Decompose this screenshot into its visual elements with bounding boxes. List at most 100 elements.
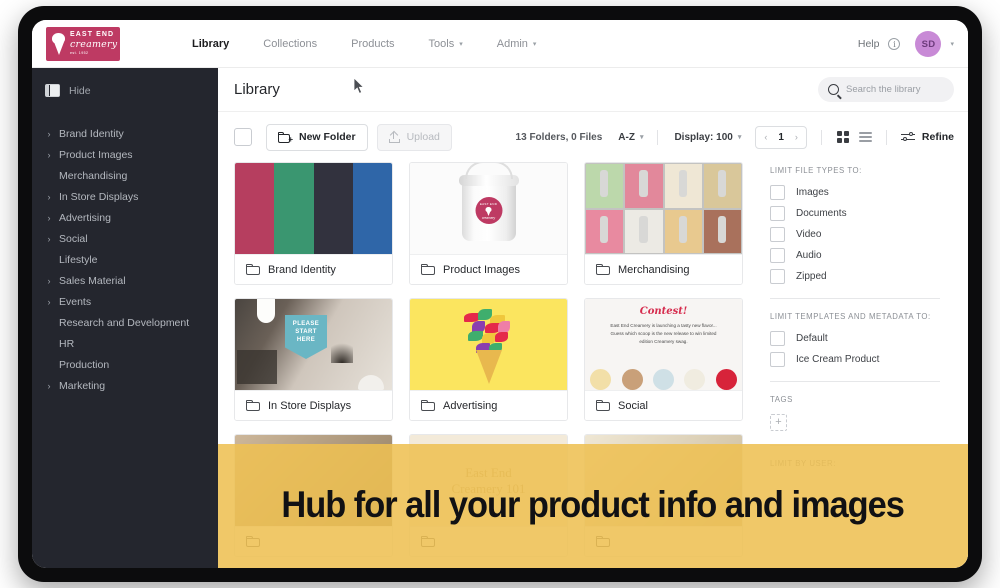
filter-label: Ice Cream Product <box>796 354 880 365</box>
sidebar-item-marketing[interactable]: › Marketing <box>32 375 218 396</box>
panel-collapse-icon <box>45 84 60 97</box>
chevron-down-icon: ▾ <box>459 40 463 48</box>
avatar[interactable]: SD <box>915 31 942 57</box>
sidebar-item-lifestyle[interactable]: Lifestyle <box>32 249 218 270</box>
display-count-dropdown[interactable]: Display: 100 ▾ <box>674 132 741 143</box>
filter-row-audio[interactable]: Audio <box>770 248 940 263</box>
chevron-right-icon[interactable]: › <box>45 129 53 139</box>
chevron-right-icon[interactable]: › <box>45 234 53 244</box>
filter-row-images[interactable]: Images <box>770 185 940 200</box>
sidebar-item-social[interactable]: › Social <box>32 228 218 249</box>
sidebar-item-research-and-development[interactable]: Research and Development <box>32 312 218 333</box>
device-frame: EAST END creamery est. 1952 Library Coll… <box>18 6 982 582</box>
please-start-here-banner: PLEASE START HERE <box>285 315 327 359</box>
filter-label: Images <box>796 187 829 198</box>
list-view-icon[interactable] <box>858 132 872 142</box>
page-title: Library <box>234 81 280 98</box>
banner-line3: HERE <box>296 337 316 343</box>
add-tag-button[interactable]: + <box>770 414 787 431</box>
sidebar-hide-toggle[interactable]: Hide <box>32 78 218 103</box>
filter-row-documents[interactable]: Documents <box>770 206 940 221</box>
filter-row-zipped[interactable]: Zipped <box>770 269 940 284</box>
folder-card-product-images[interactable]: EAST END creamery Product Images <box>409 162 568 285</box>
store-interior-image: PLEASE START HERE <box>235 299 392 390</box>
content-header: Library <box>218 68 968 112</box>
help-label[interactable]: Help <box>858 38 880 50</box>
card-footer: Product Images <box>410 254 567 284</box>
chevron-right-icon[interactable]: › <box>45 213 53 223</box>
grid-and-filters: Brand Identity EAST END creamery Product… <box>218 162 968 557</box>
nav-item-products[interactable]: Products <box>351 38 394 50</box>
new-folder-button[interactable]: + New Folder <box>266 123 368 151</box>
chevron-right-icon[interactable]: › <box>45 381 53 391</box>
ice-cream-cone-icon <box>51 32 66 56</box>
top-bar-right: Help i SD ▾ <box>858 20 954 68</box>
sidebar-item-hr[interactable]: HR <box>32 333 218 354</box>
checkbox-images[interactable] <box>770 185 785 200</box>
sidebar-item-in-store-displays[interactable]: › In Store Displays <box>32 186 218 207</box>
grid-view-icon[interactable] <box>836 131 849 143</box>
filter-row-default[interactable]: Default <box>770 331 940 346</box>
banner-line2: START <box>295 329 317 335</box>
main-navigation: Library Collections Products Tools ▾ Adm… <box>192 38 536 50</box>
folder-card-merchandising[interactable]: Merchandising <box>584 162 743 285</box>
sidebar-item-brand-identity[interactable]: › Brand Identity <box>32 123 218 144</box>
folder-icon <box>596 536 610 547</box>
folder-card-row3-1[interactable] <box>234 434 393 557</box>
nav-item-collections[interactable]: Collections <box>263 38 317 50</box>
chevron-right-icon[interactable]: › <box>45 297 53 307</box>
card-footer <box>410 526 567 556</box>
checkbox-video[interactable] <box>770 227 785 242</box>
filter-label: Video <box>796 229 822 240</box>
checkbox-default[interactable] <box>770 331 785 346</box>
chevron-right-icon[interactable]: › <box>45 276 53 286</box>
checkbox-audio[interactable] <box>770 248 785 263</box>
folder-card-advertising[interactable]: Advertising <box>409 298 568 421</box>
new-folder-label: New Folder <box>299 131 356 143</box>
contest-body: East End Creamery is launching a tasty n… <box>610 323 717 345</box>
sidebar-item-product-images[interactable]: › Product Images <box>32 144 218 165</box>
search-input[interactable] <box>846 84 946 95</box>
sidebar-item-advertising[interactable]: › Advertising <box>32 207 218 228</box>
search-box[interactable] <box>818 77 954 102</box>
nav-item-tools[interactable]: Tools ▾ <box>429 38 463 50</box>
folder-card-east-end-creamery-101[interactable]: East End Creamery 101 <box>409 434 568 557</box>
info-icon[interactable]: i <box>888 38 901 50</box>
card-footer: In Store Displays <box>235 390 392 420</box>
card-label: In Store Displays <box>268 399 352 412</box>
folder-card-row3-3[interactable] <box>584 434 743 557</box>
chevron-right-icon[interactable]: › <box>45 150 53 160</box>
sidebar-item-merchandising[interactable]: Merchandising <box>32 165 218 186</box>
folder-card-social[interactable]: Contest! East End Creamery is launching … <box>584 298 743 421</box>
chevron-right-icon[interactable]: › <box>45 192 53 202</box>
next-page-button[interactable]: › <box>787 132 806 142</box>
sidebar-item-events[interactable]: › Events <box>32 291 218 312</box>
sort-dropdown[interactable]: A-Z ▾ <box>618 132 643 143</box>
filter-row-ice-cream-product[interactable]: Ice Cream Product <box>770 352 940 367</box>
select-all-checkbox[interactable] <box>234 128 252 146</box>
filter-row-video[interactable]: Video <box>770 227 940 242</box>
scoop-row <box>585 364 742 390</box>
nav-label: Collections <box>263 37 318 50</box>
sort-label: A-Z <box>618 131 635 143</box>
brand-logo[interactable]: EAST END creamery est. 1952 <box>46 26 120 61</box>
nav-item-admin[interactable]: Admin ▾ <box>497 38 537 50</box>
sidebar-item-sales-material[interactable]: › Sales Material <box>32 270 218 291</box>
checkbox-documents[interactable] <box>770 206 785 221</box>
chevron-down-icon[interactable]: ▾ <box>950 40 954 48</box>
upload-button[interactable]: Upload <box>376 123 452 151</box>
folder-icon <box>421 264 435 275</box>
sidebar-item-label: Events <box>59 295 92 308</box>
checkbox-ice-cream-product[interactable] <box>770 352 785 367</box>
prev-page-button[interactable]: ‹ <box>756 132 775 142</box>
card-label: Social <box>618 399 648 412</box>
folder-card-in-store-displays[interactable]: PLEASE START HERE In Store Displays <box>234 298 393 421</box>
pagination: ‹ 1 › <box>755 125 807 149</box>
nav-item-library[interactable]: Library <box>192 38 229 50</box>
sidebar-item-label: Brand Identity <box>59 127 124 140</box>
sidebar-item-production[interactable]: Production <box>32 354 218 375</box>
refine-button[interactable]: Refine <box>900 131 954 143</box>
checkbox-zipped[interactable] <box>770 269 785 284</box>
folder-card-brand-identity[interactable]: Brand Identity <box>234 162 393 285</box>
sidebar-item-label: Merchandising <box>59 169 128 182</box>
